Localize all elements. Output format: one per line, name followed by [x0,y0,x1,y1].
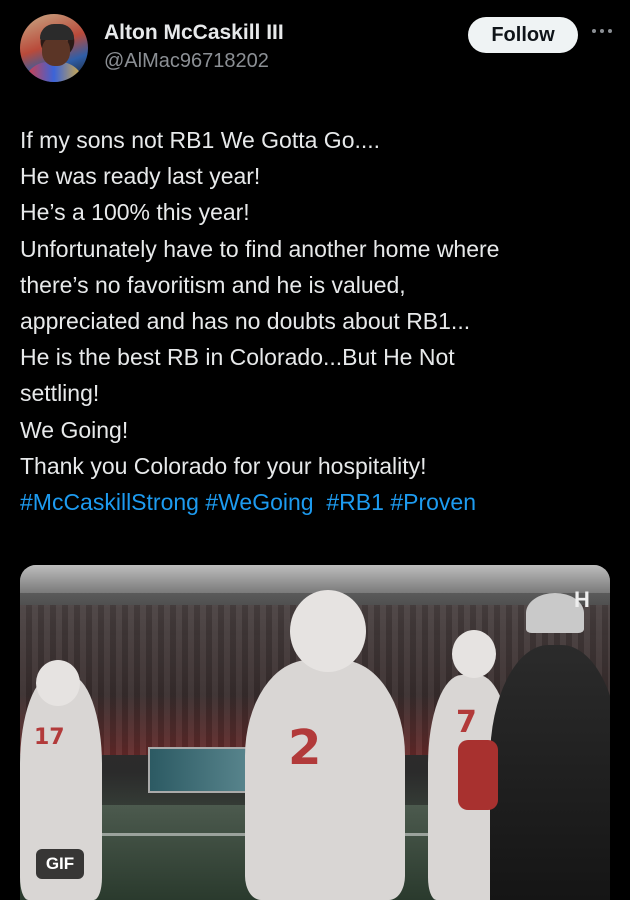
display-name[interactable]: Alton McCaskill III [104,20,284,46]
stadium-roof [20,565,610,593]
handle[interactable]: @AlMac96718202 [104,48,284,74]
hashtag-wegoing[interactable]: #WeGoing [205,489,313,515]
tweet-line: Unfortunately have to find another home … [20,235,500,262]
tweet-line: He is the best RB in Colorado...But He N… [20,344,455,371]
hashtag-line: #McCaskillStrong #WeGoing #RB1 #Proven [20,484,620,520]
tweet-line: We Going! [20,416,129,443]
follow-button[interactable]: Follow [468,17,578,53]
jersey-number-right: 7 [456,705,477,740]
helmet-center [290,590,366,672]
tweet-line: appreciated and has no doubts about RB1.… [20,308,471,335]
tweet-line: settling! [20,380,100,407]
more-icon[interactable] [590,20,618,40]
coach [490,645,610,900]
tweet-line: He’s a 100% this year! [20,199,250,226]
tweet-line: there’s no favoritism and he is valued, [20,271,406,298]
avatar[interactable] [20,14,88,82]
hashtag-proven[interactable]: #Proven [390,489,476,515]
player-center [245,660,405,900]
team-logo-icon: H [574,587,590,612]
author-names: Alton McCaskill III @AlMac96718202 [104,20,284,74]
hashtag-rb1[interactable]: #RB1 [326,489,384,515]
tweet-line: He was ready last year! [20,163,261,190]
tweet-line: Thank you Colorado for your hospitality! [20,452,427,479]
avatar-cap [40,24,74,40]
jersey-number-left: 17 [34,725,65,750]
helmet-left [36,660,80,706]
tweet-header: Alton McCaskill III @AlMac96718202 Follo… [20,14,612,86]
gif-media[interactable]: 17 2 7 H GIF [20,565,610,900]
gif-badge: GIF [36,849,84,879]
coach-arm [458,740,498,810]
hashtag-mccaskillstrong[interactable]: #McCaskillStrong [20,489,199,515]
avatar-face [42,36,70,66]
tweet-text: If my sons not RB1 We Gotta Go.... He wa… [20,122,620,520]
jersey-number-center: 2 [288,720,322,776]
helmet-right [452,630,496,678]
tweet-line: If my sons not RB1 We Gotta Go.... [20,127,381,153]
